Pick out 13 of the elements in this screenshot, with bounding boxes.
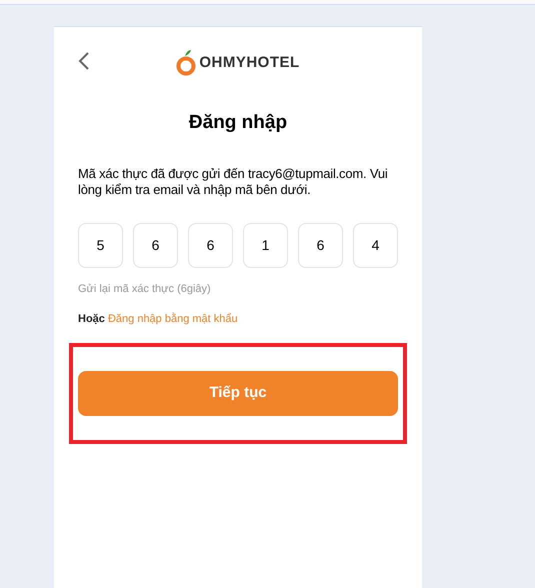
code-digit-field[interactable]: 4 — [353, 222, 398, 268]
code-digit-field[interactable]: 5 — [78, 222, 123, 268]
logo-text: OHMYHOTEL — [199, 52, 300, 73]
resend-countdown: Gửi lại mã xác thực (6giây) — [78, 282, 212, 296]
instruction-text: Mã xác thực đã được gửi đến tracy6@tupmail.com. Vui lòng kiểm tra email và nhập mã bên dưới. — [78, 166, 389, 198]
fruit-logo-icon — [176, 49, 196, 77]
code-digit-field[interactable]: 6 — [188, 222, 233, 268]
back-icon[interactable] — [78, 51, 90, 71]
code-digit-field[interactable]: 6 — [133, 222, 178, 268]
or-label: Hoặc — [78, 313, 105, 325]
code-digit-field[interactable]: 1 — [243, 222, 288, 268]
code-digit-field[interactable]: 6 — [298, 222, 343, 268]
page-title: Đăng nhập — [188, 111, 288, 135]
